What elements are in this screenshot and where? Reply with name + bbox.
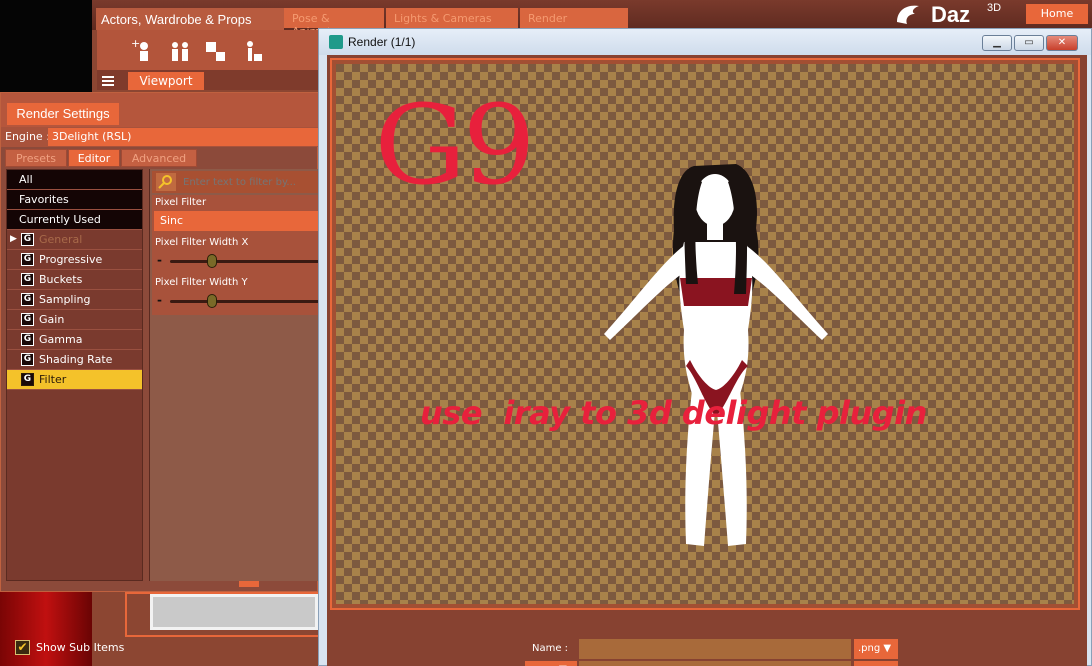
decrement-icon[interactable]: -	[157, 293, 162, 307]
caption-annotation: use iray to 3d delight plugin	[420, 394, 927, 432]
pixel-filter-width-x-property: Pixel Filter Width X -	[152, 235, 320, 275]
group-label: General	[39, 233, 83, 246]
tab-render-settings[interactable]: Render Settings	[7, 103, 119, 125]
group-label: Progressive	[39, 253, 103, 266]
category-favorites[interactable]: Favorites	[7, 190, 142, 210]
render-window: Render (1/1) ▁ ▭ ✕ G9 use iray to 3d del…	[318, 28, 1092, 666]
tab-editor[interactable]: Editor	[68, 149, 120, 167]
rendered-figure	[604, 164, 828, 546]
render-canvas: G9 use iray to 3d delight plugin	[336, 64, 1074, 604]
category-list: All Favorites Currently Used ▶ G General…	[6, 169, 143, 655]
group-icon: G	[21, 273, 34, 286]
group-label: Shading Rate	[39, 353, 113, 366]
pixel-filter-label: Pixel Filter	[155, 197, 207, 208]
group-general[interactable]: ▶ G General	[7, 230, 142, 250]
render-app-icon	[329, 35, 343, 49]
group-label: Sampling	[39, 293, 91, 306]
close-button[interactable]: ✕	[1046, 35, 1078, 51]
home-button[interactable]: Home	[1026, 4, 1088, 24]
group-icon: G	[21, 233, 34, 246]
engine-select[interactable]: 3Delight (RSL)	[48, 128, 319, 146]
maximize-button[interactable]: ▭	[1014, 35, 1044, 51]
wardrobe-icon[interactable]	[202, 38, 230, 64]
menu-icon[interactable]	[100, 74, 116, 88]
g9-annotation: G9	[374, 81, 536, 209]
group-label: Gamma	[39, 333, 83, 346]
daz-logo: Daz 3D	[893, 2, 1023, 27]
browse-button[interactable]: ...	[854, 661, 898, 666]
tab-viewport[interactable]: Viewport	[128, 72, 204, 90]
group-label: Gain	[39, 313, 65, 326]
group-filter[interactable]: G Filter	[7, 370, 142, 390]
decrement-icon[interactable]: -	[157, 253, 162, 267]
filter-input[interactable]	[180, 173, 320, 191]
viewport-preview	[150, 594, 318, 630]
filter-box	[152, 171, 320, 193]
name-input[interactable]	[579, 639, 851, 659]
window-title: Render (1/1)	[348, 35, 416, 49]
name-label: Name :	[532, 643, 569, 654]
tab-render[interactable]: Render	[520, 8, 628, 28]
pixel-filter-width-x-label: Pixel Filter Width X	[155, 237, 249, 248]
engine-row: Engine : 3Delight (RSL)	[1, 127, 319, 147]
group-progressive[interactable]: G Progressive	[7, 250, 142, 270]
group-icon: G	[21, 353, 34, 366]
pixel-filter-width-y-label: Pixel Filter Width Y	[155, 277, 248, 288]
render-settings-tabs: Presets Editor Advanced	[1, 149, 319, 167]
category-all[interactable]: All	[7, 170, 142, 190]
name-row: Name : .png ▼	[327, 639, 1087, 661]
figures-icon[interactable]	[166, 38, 194, 64]
add-figure-icon[interactable]: +	[130, 38, 158, 64]
pixel-filter-width-y-track[interactable]	[170, 300, 320, 303]
logo-text: Daz	[931, 2, 971, 27]
group-icon: G	[21, 313, 34, 326]
group-sampling[interactable]: G Sampling	[7, 290, 142, 310]
group-icon: G	[21, 373, 34, 386]
daz-dragon-icon	[897, 5, 919, 24]
pixel-filter-select[interactable]: Sinc	[154, 211, 320, 231]
resize-handle[interactable]	[239, 581, 259, 587]
show-sub-items-label: Show Sub Items	[36, 641, 125, 654]
render-settings-panel: Render Settings Engine : 3Delight (RSL) …	[0, 92, 320, 655]
background-viewport	[0, 0, 92, 100]
render-body: G9 use iray to 3d delight plugin Name: …	[327, 55, 1087, 666]
show-sub-items[interactable]: ✔ Show Sub Items	[15, 640, 145, 656]
group-shading-rate[interactable]: G Shading Rate	[7, 350, 142, 370]
group-icon: G	[21, 333, 34, 346]
property-editor: Pixel Filter Sinc Pixel Filter Width X -…	[149, 169, 320, 581]
group-gamma[interactable]: G Gamma	[7, 330, 142, 350]
file-extension-select[interactable]: .png ▼	[854, 639, 898, 659]
group-buckets[interactable]: G Buckets	[7, 270, 142, 290]
pixel-filter-width-y-property: Pixel Filter Width Y -	[152, 275, 320, 315]
logo-sup: 3D	[987, 2, 1002, 14]
tab-lights-cameras[interactable]: Lights & Cameras	[386, 8, 518, 28]
minimize-button[interactable]: ▁	[982, 35, 1012, 51]
group-label: Buckets	[39, 273, 83, 286]
group-icon: G	[21, 253, 34, 266]
category-currently-used[interactable]: Currently Used	[7, 210, 142, 230]
pixel-filter-property: Pixel Filter Sinc	[152, 195, 320, 235]
group-icon: G	[21, 293, 34, 306]
pixel-filter-width-x-track[interactable]	[170, 260, 320, 263]
expand-arrow-icon[interactable]: ▶	[10, 230, 17, 249]
group-label: Filter	[39, 373, 67, 386]
show-sub-items-checkbox[interactable]: ✔	[15, 640, 30, 655]
window-titlebar[interactable]: Render (1/1) ▁ ▭ ✕	[319, 29, 1091, 55]
tab-presets[interactable]: Presets	[5, 149, 67, 167]
props-icon[interactable]	[238, 38, 266, 64]
tab-pose-animate[interactable]: Pose & Animate	[284, 8, 384, 38]
pixel-filter-width-y-slider[interactable]	[207, 294, 217, 308]
pixel-filter-width-x-slider[interactable]	[207, 254, 217, 268]
svg-text:+: +	[131, 38, 140, 50]
search-icon[interactable]	[156, 173, 176, 191]
tab-advanced[interactable]: Advanced	[121, 149, 197, 167]
folder-button[interactable]: ▼	[525, 661, 577, 666]
engine-label: Engine :	[5, 130, 50, 143]
render-canvas-frame: G9 use iray to 3d delight plugin	[330, 58, 1080, 610]
save-path-input[interactable]	[579, 661, 851, 666]
group-gain[interactable]: G Gain	[7, 310, 142, 330]
tab-actors-wardrobe-props[interactable]: Actors, Wardrobe & Props	[96, 8, 284, 30]
